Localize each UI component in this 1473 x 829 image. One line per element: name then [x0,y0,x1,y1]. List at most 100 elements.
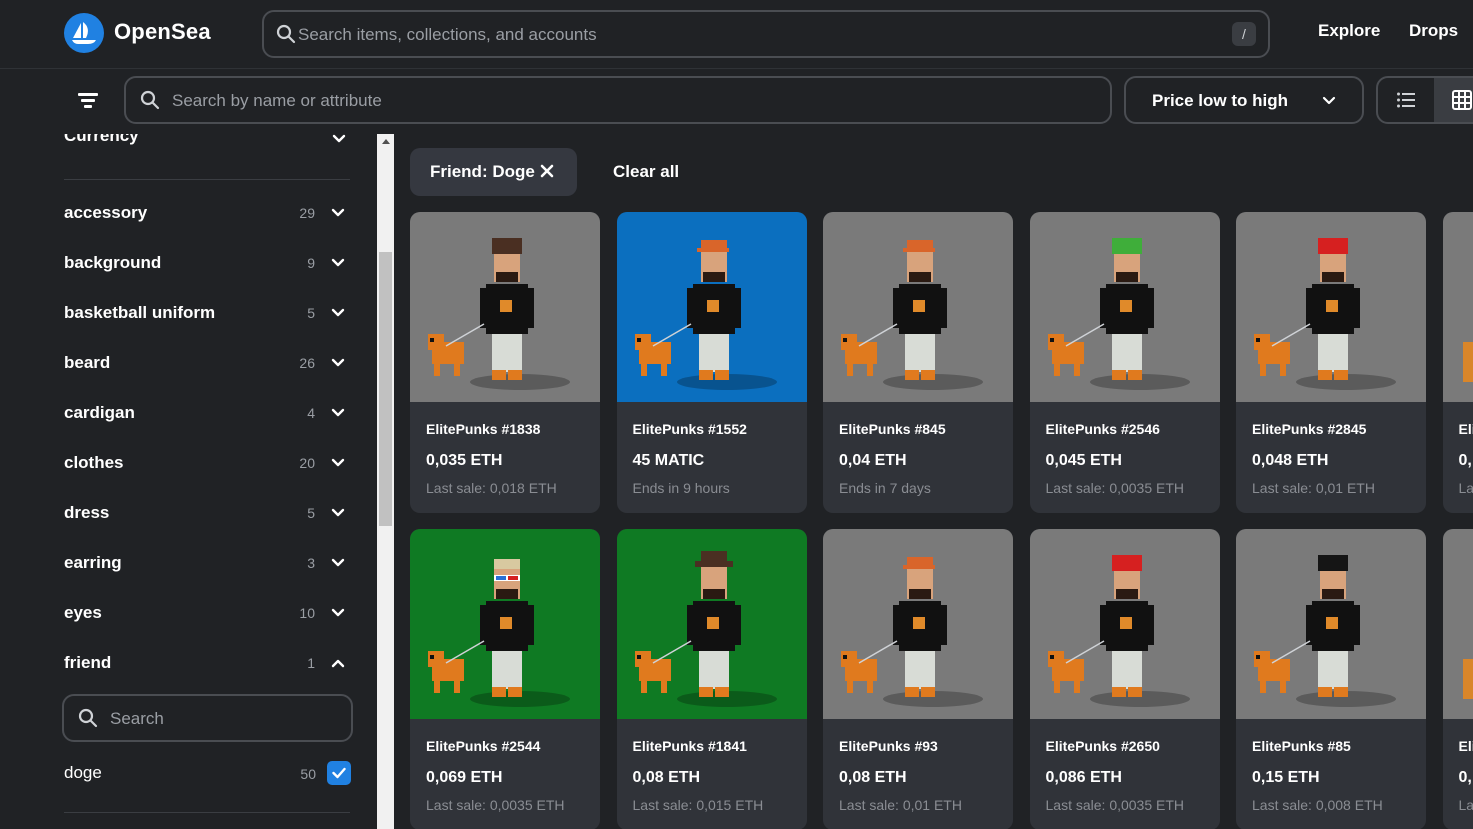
friend-search-placeholder: Search [110,709,164,728]
attribute-name: friend [64,653,112,672]
opensea-logo-icon[interactable] [64,13,104,53]
global-search-placeholder: Search items, collections, and accounts [298,25,597,44]
global-search-input[interactable]: Search items, collections, and accounts … [262,10,1270,58]
attribute-search-input[interactable]: Search by name or attribute [124,76,1112,124]
nft-artwork [823,212,1013,402]
view-toggle [1376,76,1473,124]
filter-toggle-button[interactable] [72,86,104,114]
chevron-down-icon[interactable] [330,506,346,520]
nft-card[interactable]: ElitePunks #1841 0,08 ETH Last sale: 0,015… [616,529,807,829]
nft-price: 0, [1458,769,1472,786]
attribute-filter-dress[interactable]: dress 5 [64,498,350,528]
attribute-count: 5 [307,505,315,521]
nav-drops[interactable]: Drops [1409,21,1458,41]
sort-dropdown[interactable]: Price low to high [1124,76,1364,124]
attribute-name: basketball uniform [64,303,216,322]
nft-sale-info: Last sale: 0,008 ETH [1252,797,1383,813]
grid-icon [1452,90,1472,110]
nft-card[interactable]: ElitePunks #85 0,15 ETH Last sale: 0,008 E… [1236,529,1426,829]
attribute-filter-clothes[interactable]: clothes 20 [64,448,350,478]
nft-price: 0,04 ETH [839,452,907,469]
nft-artwork [1236,212,1426,402]
filter-sidebar: Currency accessory 29 background 9 basketbal… [0,134,394,829]
list-icon [1397,92,1415,108]
chevron-down-icon[interactable] [330,556,346,570]
close-icon[interactable] [540,164,554,178]
chevron-down-icon[interactable] [331,134,347,146]
nft-title: ElitePunks #1838 [426,421,541,437]
nft-title: ElitePunks #845 [839,421,946,437]
nft-card[interactable]: ElitePunks #2845 0,048 ETH Last sale: 0,01… [1236,212,1426,513]
attribute-filter-earring[interactable]: earring 3 [64,548,350,578]
nft-artwork [1029,212,1220,402]
nft-price: 0,035 ETH [426,452,503,469]
attribute-count: 5 [307,305,315,321]
nft-card[interactable]: ElitePunks #845 0,04 ETH Ends in 7 days [823,212,1013,513]
nft-card[interactable]: ElitePunks #2544 0,069 ETH Last sale: 0,00… [410,529,600,829]
chevron-down-icon[interactable] [330,356,346,370]
attribute-count: 3 [307,555,315,571]
active-filter-chip[interactable]: Friend: Doge [410,148,577,196]
nft-card[interactable]: Eli 0, La [1442,212,1473,513]
option-checkbox[interactable] [327,761,351,785]
nft-sale-info: Last sale: 0,0035 ETH [426,797,565,813]
attribute-filter-background[interactable]: background 9 [64,248,350,278]
attribute-filter-friend[interactable]: friend 1 [64,648,350,678]
nav-explore[interactable]: Explore [1318,21,1380,41]
sidebar-scrollbar[interactable] [377,134,394,829]
chevron-down-icon[interactable] [330,606,346,620]
chevron-down-icon[interactable] [330,406,346,420]
attribute-filter-basketball-uniform[interactable]: basketball uniform 5 [64,298,350,328]
nft-card[interactable]: Eli 0, La [1442,529,1473,829]
clear-all-button[interactable]: Clear all [613,162,679,182]
nft-image[interactable] [1029,212,1220,402]
nft-image[interactable] [410,529,600,719]
nft-card[interactable]: ElitePunks #93 0,08 ETH Last sale: 0,01 ET… [823,529,1013,829]
nft-image[interactable] [1442,212,1473,402]
chevron-down-icon[interactable] [330,256,346,270]
friend-search-input[interactable]: Search [62,694,353,742]
nft-sale-info: Last sale: 0,0035 ETH [1045,480,1185,496]
grid-view-button[interactable] [1434,78,1473,122]
search-icon [78,708,98,728]
chevron-down-icon [1322,96,1336,105]
attribute-filter-beard[interactable]: beard 26 [64,348,350,378]
nft-price: 0,086 ETH [1045,769,1122,786]
divider [64,179,350,180]
nft-card[interactable]: ElitePunks #1838 0,035 ETH Last sale: 0,01… [410,212,600,513]
nft-image[interactable] [823,529,1013,719]
nft-image[interactable] [1236,529,1426,719]
currency-filter-header[interactable]: Currency [64,134,139,146]
attribute-filter-accessory[interactable]: accessory 29 [64,198,350,228]
list-view-button[interactable] [1378,78,1434,122]
nft-card[interactable]: ElitePunks #1552 45 MATIC Ends in 9 hours [616,212,807,513]
top-navigation-bar: OpenSea Search items, collections, and a… [0,0,1473,69]
attribute-name: dress [64,503,110,522]
nft-image[interactable] [1029,529,1220,719]
nft-artwork [1236,529,1426,719]
nft-image[interactable] [1236,212,1426,402]
attribute-filter-cardigan[interactable]: cardigan 4 [64,398,350,428]
nft-image[interactable] [616,212,807,402]
scrollbar-thumb[interactable] [379,252,392,526]
filter-icon [78,93,98,108]
nft-image[interactable] [823,212,1013,402]
search-icon [140,90,160,110]
chevron-down-icon[interactable] [330,206,346,220]
brand-name[interactable]: OpenSea [114,19,211,45]
nft-image[interactable] [1442,529,1473,719]
checkmark-icon [332,767,346,779]
attribute-count: 20 [299,455,315,471]
nft-card[interactable]: ElitePunks #2650 0,086 ETH Last sale: 0,00… [1029,529,1220,829]
scroll-up-arrow-icon[interactable] [377,138,394,148]
nft-card[interactable]: ElitePunks #2546 0,045 ETH Last sale: 0,00… [1029,212,1220,513]
friend-option-doge[interactable]: doge 50 [64,760,354,790]
nft-image[interactable] [410,212,600,402]
chevron-down-icon[interactable] [330,306,346,320]
chevron-down-icon[interactable] [330,456,346,470]
attribute-name: beard [64,353,111,372]
nft-sale-info: Last sale: 0,015 ETH [632,797,764,813]
chevron-up-icon[interactable] [330,656,346,670]
nft-image[interactable] [616,529,807,719]
attribute-filter-eyes[interactable]: eyes 10 [64,598,350,628]
